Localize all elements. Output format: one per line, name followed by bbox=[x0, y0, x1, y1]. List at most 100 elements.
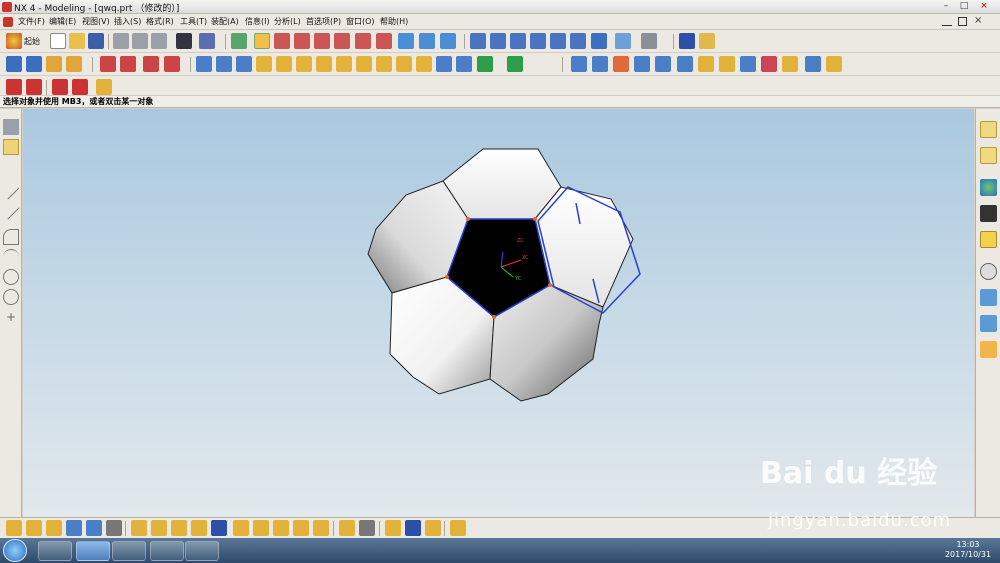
surface-tool-9-icon[interactable] bbox=[740, 56, 756, 72]
snap-point-17-icon[interactable] bbox=[339, 520, 355, 536]
point-icon[interactable]: + bbox=[3, 309, 19, 325]
taskbar-app-folder[interactable] bbox=[150, 541, 184, 561]
feature-icon[interactable] bbox=[980, 315, 997, 332]
snap-point-6-icon[interactable] bbox=[106, 520, 122, 536]
distance-icon[interactable] bbox=[419, 33, 435, 49]
snap-point-5-icon[interactable] bbox=[86, 520, 102, 536]
snap-point-4-icon[interactable] bbox=[66, 520, 82, 536]
pocket-icon[interactable] bbox=[296, 56, 312, 72]
save-icon[interactable] bbox=[88, 33, 104, 49]
training-icon[interactable] bbox=[980, 205, 997, 222]
close-button[interactable]: × bbox=[976, 1, 992, 12]
new-icon[interactable] bbox=[50, 33, 66, 49]
layer-icon[interactable] bbox=[231, 33, 247, 49]
snap-point-3-icon[interactable] bbox=[46, 520, 62, 536]
zoom-icon[interactable] bbox=[490, 33, 506, 49]
nx-app-icon[interactable] bbox=[2, 2, 12, 12]
pad-icon[interactable] bbox=[316, 56, 332, 72]
snap-point-11-icon[interactable] bbox=[211, 520, 227, 536]
menu-file[interactable]: 文件(F) bbox=[18, 16, 45, 27]
open-icon[interactable] bbox=[69, 33, 85, 49]
surface-tool-11-icon[interactable] bbox=[782, 56, 798, 72]
wcs-origin-icon[interactable] bbox=[274, 33, 290, 49]
line-tool-icon[interactable] bbox=[6, 79, 22, 95]
spline-icon[interactable] bbox=[72, 79, 88, 95]
edge-blend-icon[interactable] bbox=[477, 56, 493, 72]
surface-tool-2-icon[interactable] bbox=[592, 56, 608, 72]
doc-close-button[interactable]: × bbox=[974, 15, 982, 26]
menu-insert[interactable]: 插入(S) bbox=[114, 16, 141, 27]
menu-assemblies[interactable]: 装配(A) bbox=[211, 16, 239, 27]
snap-point-9-icon[interactable] bbox=[171, 520, 187, 536]
snap-point-18-icon[interactable] bbox=[359, 520, 375, 536]
surface-tool-13-icon[interactable] bbox=[826, 56, 842, 72]
taskbar-app-1[interactable] bbox=[38, 541, 72, 561]
snap-point-15-icon[interactable] bbox=[293, 520, 309, 536]
menu-edit[interactable]: 编辑(E) bbox=[49, 16, 76, 27]
curve-tool-2-icon[interactable] bbox=[120, 56, 136, 72]
snap-point-22-icon[interactable] bbox=[450, 520, 466, 536]
surface-tool-7-icon[interactable] bbox=[698, 56, 714, 72]
pointer-icon[interactable] bbox=[3, 119, 19, 135]
arc-icon[interactable] bbox=[3, 249, 19, 265]
extrude-icon[interactable] bbox=[26, 56, 42, 72]
curve-tool-4-icon[interactable] bbox=[164, 56, 180, 72]
wcs-display-icon[interactable] bbox=[334, 33, 350, 49]
circle-icon[interactable] bbox=[3, 289, 19, 305]
measure-distance-icon[interactable] bbox=[679, 33, 695, 49]
hole-icon[interactable] bbox=[256, 56, 272, 72]
point-set-icon[interactable] bbox=[96, 79, 112, 95]
snap-point-14-icon[interactable] bbox=[273, 520, 289, 536]
block-icon[interactable] bbox=[196, 56, 212, 72]
menu-format[interactable]: 格式(R) bbox=[146, 16, 174, 27]
history-icon[interactable] bbox=[980, 263, 997, 280]
menu-information[interactable]: 信息(I) bbox=[245, 16, 270, 27]
snap-point-2-icon[interactable] bbox=[26, 520, 42, 536]
cylinder-icon[interactable] bbox=[216, 56, 232, 72]
taskbar-app-5[interactable] bbox=[185, 541, 219, 561]
split-body-icon[interactable] bbox=[456, 56, 472, 72]
orient-view-icon[interactable] bbox=[615, 33, 631, 49]
snap-point-19-icon[interactable] bbox=[385, 520, 401, 536]
menu-tools[interactable]: 工具(T) bbox=[180, 16, 207, 27]
taskbar-app-nx[interactable] bbox=[76, 541, 110, 561]
assembly-navigator-icon[interactable] bbox=[980, 121, 997, 138]
maximize-button[interactable]: □ bbox=[956, 1, 972, 12]
measure-angle-icon[interactable] bbox=[699, 33, 715, 49]
undo-icon[interactable] bbox=[176, 33, 192, 49]
selection-filter-icon[interactable] bbox=[199, 33, 215, 49]
start-icon[interactable] bbox=[6, 33, 22, 49]
snap-point-12-icon[interactable] bbox=[233, 520, 249, 536]
render-style-icon[interactable] bbox=[591, 33, 607, 49]
zoom-in-out-icon[interactable] bbox=[510, 33, 526, 49]
curve-tool-3-icon[interactable] bbox=[143, 56, 159, 72]
subtract-icon[interactable] bbox=[396, 56, 412, 72]
paste-icon[interactable] bbox=[151, 33, 167, 49]
wcs-rotate-icon[interactable] bbox=[294, 33, 310, 49]
snap-point-7-icon[interactable] bbox=[131, 520, 147, 536]
taskbar-app-3[interactable] bbox=[112, 541, 146, 561]
boss-icon[interactable] bbox=[276, 56, 292, 72]
angle-icon[interactable] bbox=[440, 33, 456, 49]
sweep-icon[interactable] bbox=[66, 56, 82, 72]
start-orb-icon[interactable] bbox=[3, 539, 27, 562]
surface-tool-3-icon[interactable] bbox=[613, 56, 629, 72]
menu-window[interactable]: 窗口(O) bbox=[346, 16, 375, 27]
web-browser-icon[interactable] bbox=[980, 179, 997, 196]
surface-tool-6-icon[interactable] bbox=[677, 56, 693, 72]
menu-view[interactable]: 视图(V) bbox=[82, 16, 110, 27]
doc-restore-button[interactable] bbox=[958, 17, 967, 26]
trim-body-icon[interactable] bbox=[436, 56, 452, 72]
circle-icon[interactable] bbox=[3, 269, 19, 285]
revolve-icon[interactable] bbox=[46, 56, 62, 72]
shaded-icon[interactable] bbox=[641, 33, 657, 49]
menu-preferences[interactable]: 首选项(P) bbox=[306, 16, 341, 27]
arc-icon[interactable] bbox=[3, 229, 19, 245]
document-icon[interactable] bbox=[3, 17, 13, 27]
unite-icon[interactable] bbox=[376, 56, 392, 72]
part-navigator-icon[interactable] bbox=[980, 147, 997, 164]
snap-point-13-icon[interactable] bbox=[253, 520, 269, 536]
slot-icon[interactable] bbox=[336, 56, 352, 72]
wcs-save-icon[interactable] bbox=[376, 33, 392, 49]
snap-point-8-icon[interactable] bbox=[151, 520, 167, 536]
